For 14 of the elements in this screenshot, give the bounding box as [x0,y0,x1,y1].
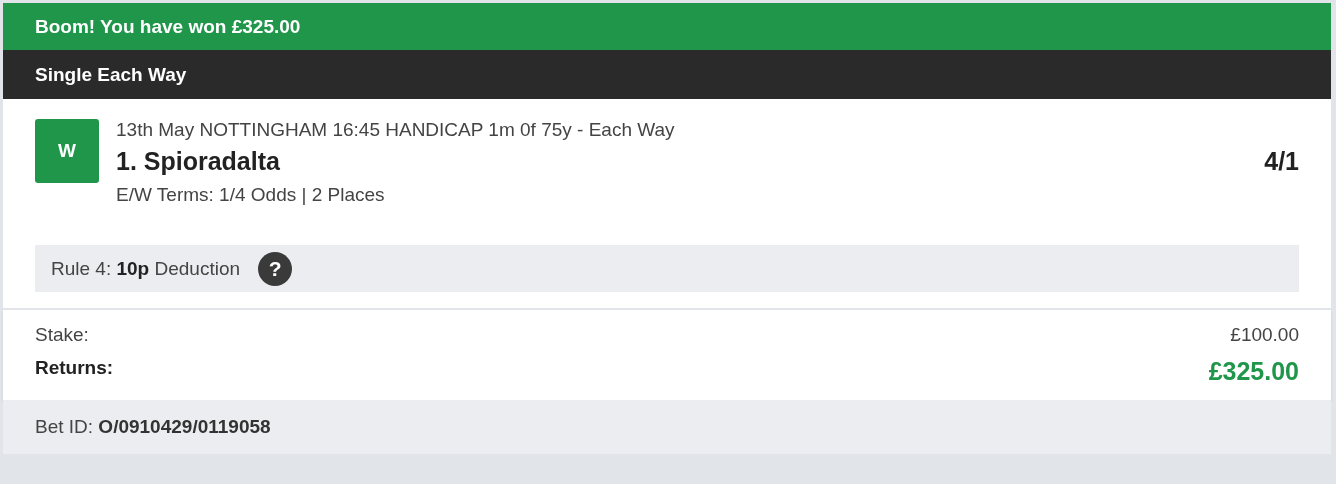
total-value: £325.00 [1208,357,1299,386]
result-badge: W [35,119,99,183]
total-value: £100.00 [1230,324,1299,346]
rule4-text: Rule 4: 10p Deduction [51,257,241,280]
total-label: Returns: [35,357,114,380]
event-title: 13th May NOTTINGHAM 16:45 HANDICAP 1m 0f 75y - Each Way [116,119,676,141]
total-label: Stake: [35,324,89,346]
odds: 4/1 [1264,147,1299,176]
each-way-terms: E/W Terms: 1/4 Odds | 2 Places [116,184,386,206]
bet-type-header: Single Each Way [3,50,1331,99]
runner-name: 1. Spioradalta [116,147,280,176]
bet-id-text: Bet ID: O/0910429/0119058 [35,416,271,437]
help-icon[interactable]: ? [258,251,293,286]
win-banner: Boom! You have won £325.00 [3,3,1331,50]
